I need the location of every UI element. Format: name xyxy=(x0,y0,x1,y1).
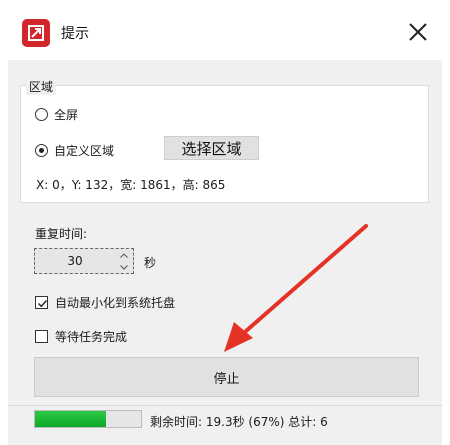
repeat-interval-stepper[interactable]: 30 xyxy=(34,248,134,274)
spin-up-button[interactable] xyxy=(116,249,132,261)
chevron-up-icon xyxy=(120,252,128,258)
countdown-progress-fill xyxy=(35,411,107,427)
region-coordinates: X: 0，Y: 132，宽: 1861，高: 865 xyxy=(36,178,226,192)
radio-fullscreen-indicator[interactable] xyxy=(35,108,48,121)
radio-custom-region-label: 自定义区域 xyxy=(54,144,115,158)
title-bar: 提示 xyxy=(0,0,450,60)
stop-button[interactable]: 停止 xyxy=(34,357,419,397)
select-region-button[interactable]: 选择区域 xyxy=(164,136,259,160)
checkmark-icon xyxy=(38,300,48,308)
repeat-interval-label: 重复时间: xyxy=(35,227,88,241)
countdown-progress-bar xyxy=(34,410,142,428)
close-button[interactable] xyxy=(400,14,436,50)
region-group-legend: 区域 xyxy=(26,78,57,95)
window-title: 提示 xyxy=(61,26,89,42)
checkbox-wait-task-complete[interactable]: 等待任务完成 xyxy=(35,328,127,345)
chevron-down-icon xyxy=(120,264,128,270)
close-icon xyxy=(409,23,427,41)
checkbox-minimize-to-tray[interactable]: 自动最小化到系统托盘 xyxy=(35,294,175,311)
checkbox-minimize-to-tray-label: 自动最小化到系统托盘 xyxy=(55,296,176,310)
radio-fullscreen[interactable]: 全屏 xyxy=(35,106,78,123)
status-text: 剩余时间: 19.3秒 (67%) 总计: 6 xyxy=(150,415,328,429)
repeat-interval-value[interactable]: 30 xyxy=(35,249,115,273)
app-logo-icon xyxy=(22,19,50,47)
checkbox-wait-task-complete-box[interactable] xyxy=(35,330,48,343)
checkbox-minimize-to-tray-box[interactable] xyxy=(35,296,48,309)
status-bar: 剩余时间: 19.3秒 (67%) 总计: 6 xyxy=(8,405,442,445)
radio-custom-region-indicator[interactable] xyxy=(35,144,48,157)
checkbox-wait-task-complete-label: 等待任务完成 xyxy=(55,330,128,344)
dialog-body: 全屏 自定义区域 区域 选择区域 X: 0，Y: 132，宽: 1861，高: … xyxy=(8,60,442,445)
spin-down-button[interactable] xyxy=(116,261,132,273)
radio-fullscreen-label: 全屏 xyxy=(54,108,79,122)
repeat-interval-unit: 秒 xyxy=(144,256,157,270)
radio-custom-region[interactable]: 自定义区域 xyxy=(35,142,114,159)
